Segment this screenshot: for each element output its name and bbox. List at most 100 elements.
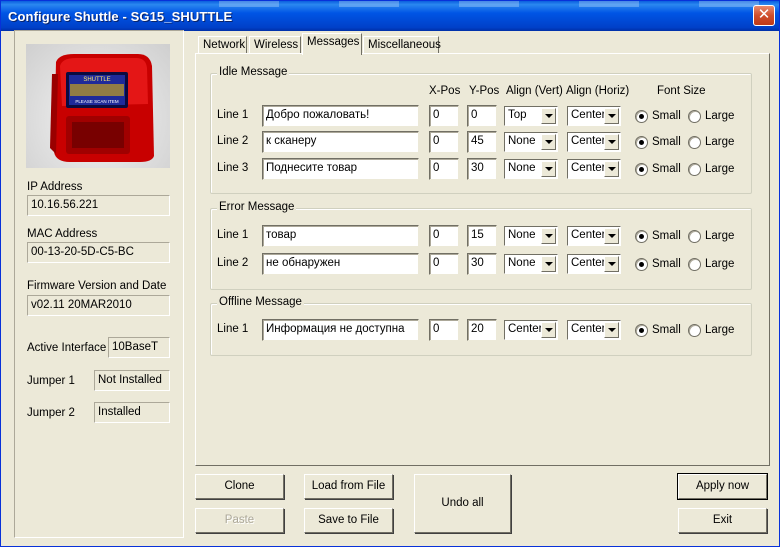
error-line-1-label: Line 1 <box>217 229 249 241</box>
idle-line-1-label: Line 1 <box>217 109 249 121</box>
title-bar[interactable]: Configure Shuttle - SG15_SHUTTLE ✕ <box>1 1 779 31</box>
tab-messages-label: Messages <box>307 36 360 48</box>
load-from-file-button[interactable]: Load from File <box>304 474 393 499</box>
idle-line-2-large-radio[interactable] <box>688 136 701 149</box>
mac-address-value: 00-13-20-5D-C5-BC <box>27 242 170 263</box>
idle-line-2-text-input[interactable]: к сканеру <box>262 131 419 153</box>
error-line-1-x-pos-input[interactable]: 0 <box>429 225 459 247</box>
offline-line-1-align-vert-select[interactable]: Center <box>504 320 558 340</box>
chevron-down-icon[interactable] <box>604 134 619 150</box>
offline-line-1-small-label: Small <box>652 324 681 336</box>
offline-line-1-align-vert-value: Center <box>508 323 543 335</box>
idle-line-2-align-vert-value: None <box>508 135 536 147</box>
idle-line-2-align-horiz-select[interactable]: Center <box>567 132 621 152</box>
error-line-2-align-horiz-value: Center <box>571 257 606 269</box>
idle-line-3-align-horiz-select[interactable]: Center <box>567 159 621 179</box>
error-line-2-text-input[interactable]: не обнаружен <box>262 253 419 275</box>
idle-line-1-align-vert-select[interactable]: Top <box>504 106 558 126</box>
offline-line-1-large-radio[interactable] <box>688 324 701 337</box>
offline-line-1-x-pos-input[interactable]: 0 <box>429 319 459 341</box>
window-title: Configure Shuttle - SG15_SHUTTLE <box>8 9 233 24</box>
chevron-down-icon[interactable] <box>541 228 556 244</box>
tab-miscellaneous[interactable]: Miscellaneous <box>363 36 441 54</box>
offline-line-1-large-label: Large <box>705 324 735 336</box>
error-line-1-align-horiz-select[interactable]: Center <box>567 226 621 246</box>
error-line-2-large-label: Large <box>705 258 735 270</box>
save-to-file-button[interactable]: Save to File <box>304 508 393 533</box>
undo-all-button[interactable]: Undo all <box>414 474 511 533</box>
exit-button[interactable]: Exit <box>678 508 767 533</box>
chevron-down-icon[interactable] <box>604 256 619 272</box>
idle-line-1-align-horiz-select[interactable]: Center <box>567 106 621 126</box>
idle-line-3-y-pos-input[interactable]: 30 <box>467 158 497 180</box>
idle-line-3-align-horiz-value: Center <box>571 162 606 174</box>
chevron-down-icon[interactable] <box>541 256 556 272</box>
offline-line-1-small-radio[interactable] <box>635 324 648 337</box>
tab-wireless[interactable]: Wireless <box>249 36 301 54</box>
idle-line-3-large-radio[interactable] <box>688 163 701 176</box>
close-button[interactable]: ✕ <box>753 5 775 26</box>
idle-line-2-large-label: Large <box>705 136 735 148</box>
idle-line-3-large-label: Large <box>705 163 735 175</box>
idle-line-1-large-label: Large <box>705 110 735 122</box>
error-line-2-label: Line 2 <box>217 257 249 269</box>
idle-line-2-x-pos-input[interactable]: 0 <box>429 131 459 153</box>
idle-line-1-large-radio[interactable] <box>688 110 701 123</box>
error-line-2-x-pos-input[interactable]: 0 <box>429 253 459 275</box>
tab-messages[interactable]: Messages <box>302 33 362 55</box>
idle-line-1-x-pos-input[interactable]: 0 <box>429 105 459 127</box>
error-line-1-text-input[interactable]: товар <box>262 225 419 247</box>
idle-line-1-align-horiz-value: Center <box>571 109 606 121</box>
chevron-down-icon[interactable] <box>604 228 619 244</box>
offline-line-1-y-pos-input[interactable]: 20 <box>467 319 497 341</box>
idle-line-3-align-vert-select[interactable]: None <box>504 159 558 179</box>
clone-button[interactable]: Clone <box>195 474 284 499</box>
chevron-down-icon[interactable] <box>604 322 619 338</box>
idle-line-1-small-radio[interactable] <box>635 110 648 123</box>
idle-line-2-y-pos-input[interactable]: 45 <box>467 131 497 153</box>
error-line-1-align-horiz-value: Center <box>571 229 606 241</box>
chevron-down-icon[interactable] <box>541 134 556 150</box>
firmware-value: v02.11 20MAR2010 <box>27 295 170 316</box>
idle-line-3-x-pos-input[interactable]: 0 <box>429 158 459 180</box>
tab-miscellaneous-label: Miscellaneous <box>368 39 441 51</box>
paste-button-label: Paste <box>224 514 255 526</box>
idle-line-1-y-pos-input[interactable]: 0 <box>467 105 497 127</box>
error-line-1-align-vert-value: None <box>508 229 536 241</box>
offline-message-legend: Offline Message <box>217 296 304 308</box>
error-line-1-large-radio[interactable] <box>688 230 701 243</box>
chevron-down-icon[interactable] <box>541 108 556 124</box>
error-line-2-align-horiz-select[interactable]: Center <box>567 254 621 274</box>
tab-wireless-label: Wireless <box>254 39 299 51</box>
idle-line-3-text-input[interactable]: Поднесите товар <box>262 158 419 180</box>
tab-network-label: Network <box>203 39 246 51</box>
chevron-down-icon[interactable] <box>604 108 619 124</box>
error-line-2-y-pos-input[interactable]: 30 <box>467 253 497 275</box>
error-message-group: Error Message <box>210 201 752 290</box>
mac-address-label: MAC Address <box>27 228 98 240</box>
idle-line-1-small-label: Small <box>652 110 681 122</box>
error-line-1-align-vert-select[interactable]: None <box>504 226 558 246</box>
ip-address-value: 10.16.56.221 <box>27 195 170 216</box>
offline-line-1-text-input[interactable]: Информация не доступна <box>262 319 419 341</box>
chevron-down-icon[interactable] <box>604 161 619 177</box>
idle-line-3-align-vert-value: None <box>508 162 536 174</box>
idle-line-2-small-radio[interactable] <box>635 136 648 149</box>
error-line-1-y-pos-input[interactable]: 15 <box>467 225 497 247</box>
chevron-down-icon[interactable] <box>541 322 556 338</box>
tab-network[interactable]: Network <box>198 36 247 54</box>
error-line-2-align-vert-select[interactable]: None <box>504 254 558 274</box>
clone-button-label: Clone <box>224 480 255 492</box>
error-line-2-small-radio[interactable] <box>635 258 648 271</box>
apply-now-button[interactable]: Apply now <box>677 473 768 500</box>
chevron-down-icon[interactable] <box>541 161 556 177</box>
jumper-2-value: Installed <box>94 402 170 423</box>
paste-button[interactable]: Paste <box>195 508 284 533</box>
idle-line-1-text-input[interactable]: Добро пожаловать! <box>262 105 419 127</box>
error-line-1-small-radio[interactable] <box>635 230 648 243</box>
offline-line-1-align-horiz-select[interactable]: Center <box>567 320 621 340</box>
idle-line-2-align-vert-select[interactable]: None <box>504 132 558 152</box>
undo-all-label: Undo all <box>441 497 484 509</box>
idle-line-3-small-radio[interactable] <box>635 163 648 176</box>
error-line-2-large-radio[interactable] <box>688 258 701 271</box>
